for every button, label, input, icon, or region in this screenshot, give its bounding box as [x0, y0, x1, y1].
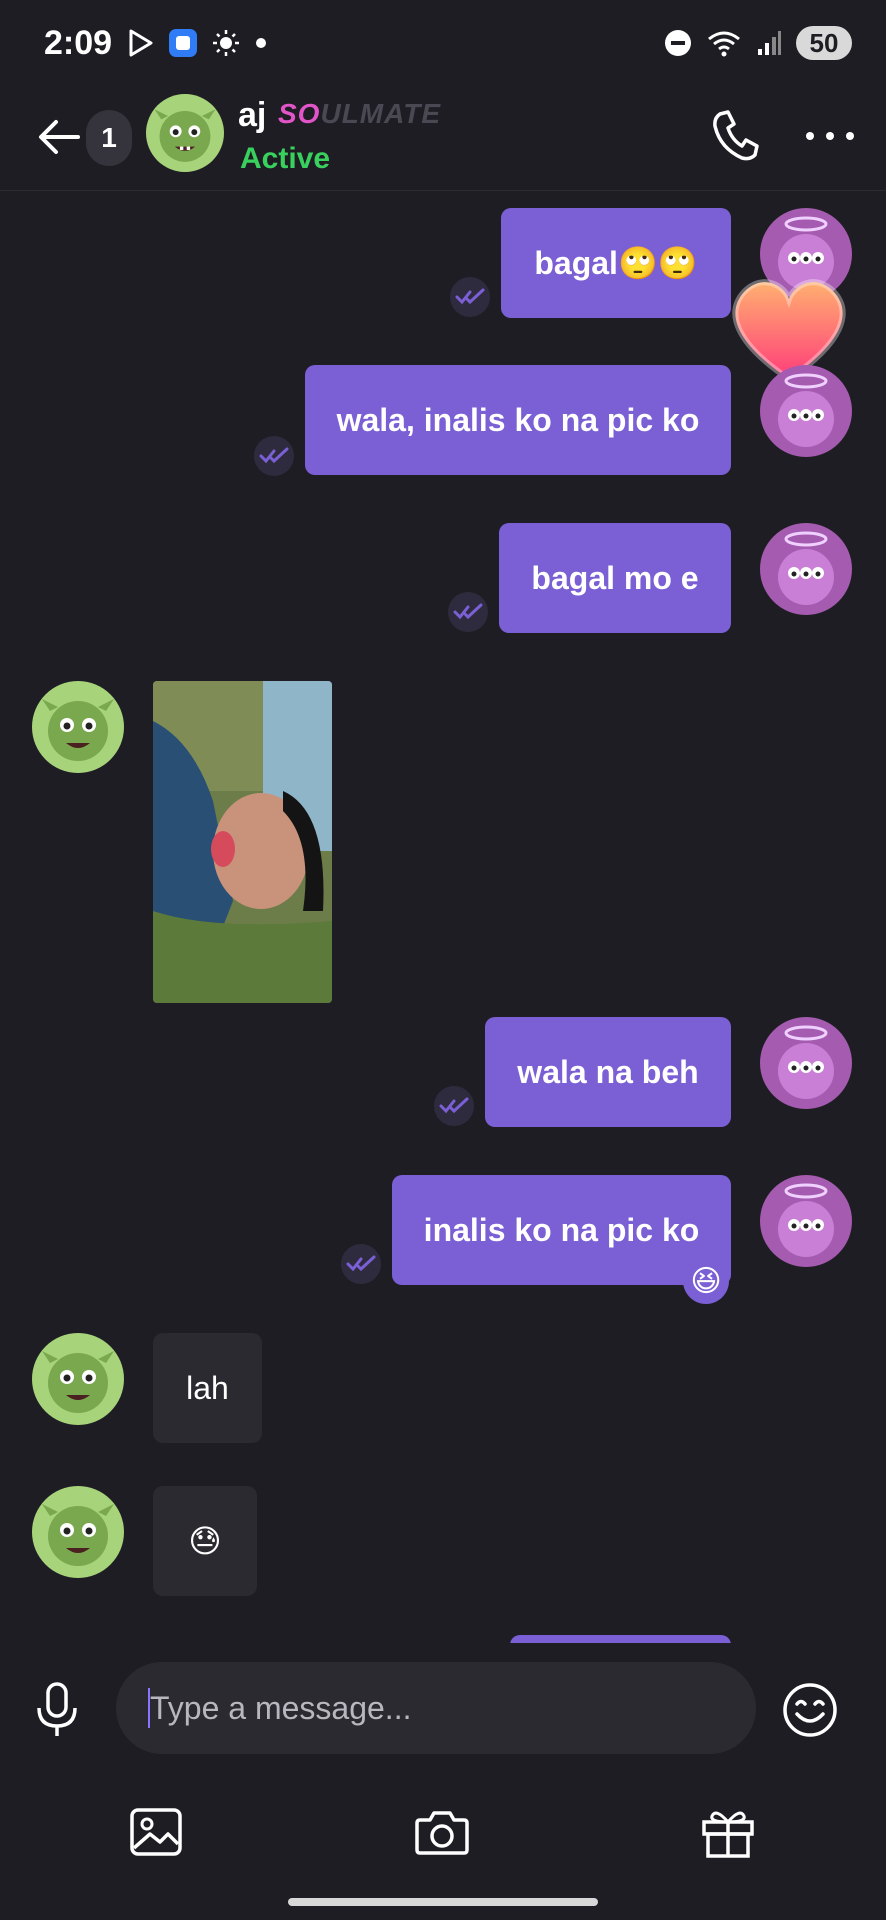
emoji-icon[interactable] — [782, 1682, 838, 1738]
status-bar: 2:09 50 — [0, 0, 886, 90]
unread-count-badge[interactable]: 1 — [86, 110, 132, 166]
message-bubble-incoming[interactable]: lah — [153, 1333, 262, 1443]
status-time: 2:09 — [44, 24, 113, 62]
contact-status: Active — [240, 142, 331, 175]
image-gallery-icon[interactable] — [128, 1804, 184, 1860]
more-options-icon[interactable] — [800, 116, 860, 156]
brightness-icon — [213, 30, 239, 56]
read-receipt-icon — [341, 1244, 381, 1284]
read-receipt-icon — [434, 1086, 474, 1126]
back-arrow-icon[interactable] — [34, 112, 84, 162]
user-avatar[interactable] — [760, 1175, 852, 1267]
read-receipt-icon — [448, 592, 488, 632]
message-bubble-outgoing-partial[interactable] — [510, 1635, 731, 1643]
message-bubble-incoming[interactable]: 😓 — [153, 1486, 257, 1596]
app-notification-icon — [169, 29, 197, 57]
read-receipt-icon — [254, 436, 294, 476]
dot-icon — [256, 38, 266, 48]
microphone-icon[interactable] — [34, 1682, 80, 1738]
badge-suffix: ULMATE — [320, 98, 442, 129]
message-bubble-outgoing[interactable]: bagal mo e — [499, 523, 731, 633]
user-avatar[interactable] — [760, 365, 852, 457]
photo-image — [153, 681, 332, 1003]
message-composer — [0, 1644, 886, 1764]
message-list[interactable]: bagal🙄🙄 wala, inalis ko na pic ko bagal … — [0, 191, 886, 1643]
contact-name[interactable]: aj — [238, 96, 266, 135]
chat-header: 1 aj SOULMATE Active — [0, 90, 886, 191]
user-avatar[interactable] — [760, 1017, 852, 1109]
home-indicator[interactable] — [288, 1898, 598, 1906]
phone-call-icon[interactable] — [710, 108, 760, 164]
badge-prefix: SO — [278, 98, 321, 129]
gift-icon[interactable] — [700, 1804, 756, 1860]
contact-avatar[interactable] — [32, 1486, 124, 1578]
battery-indicator: 50 — [796, 26, 852, 60]
message-bubble-outgoing[interactable]: wala, inalis ko na pic ko — [305, 365, 731, 475]
soulmate-badge: SOULMATE — [278, 98, 441, 130]
message-bubble-outgoing[interactable]: bagal🙄🙄 — [501, 208, 731, 318]
do-not-disturb-icon — [665, 30, 691, 56]
play-store-icon — [129, 29, 153, 57]
photo-message[interactable] — [153, 681, 332, 1003]
contact-avatar[interactable] — [32, 1333, 124, 1425]
contact-avatar[interactable] — [146, 94, 224, 172]
read-receipt-icon — [450, 277, 490, 317]
camera-icon[interactable] — [414, 1804, 470, 1860]
user-avatar[interactable] — [760, 523, 852, 615]
signal-icon — [758, 31, 781, 55]
message-input[interactable] — [116, 1662, 756, 1754]
message-reaction[interactable]: 😆 — [683, 1258, 729, 1304]
status-icons-left — [128, 28, 268, 58]
status-icons-right: 50 — [664, 26, 852, 60]
text-caret — [148, 1688, 150, 1728]
message-bubble-outgoing[interactable]: wala na beh — [485, 1017, 731, 1127]
wifi-icon — [708, 31, 740, 57]
message-bubble-outgoing[interactable]: inalis ko na pic ko — [392, 1175, 731, 1285]
contact-avatar[interactable] — [32, 681, 124, 773]
attachment-bar — [0, 1764, 886, 1920]
